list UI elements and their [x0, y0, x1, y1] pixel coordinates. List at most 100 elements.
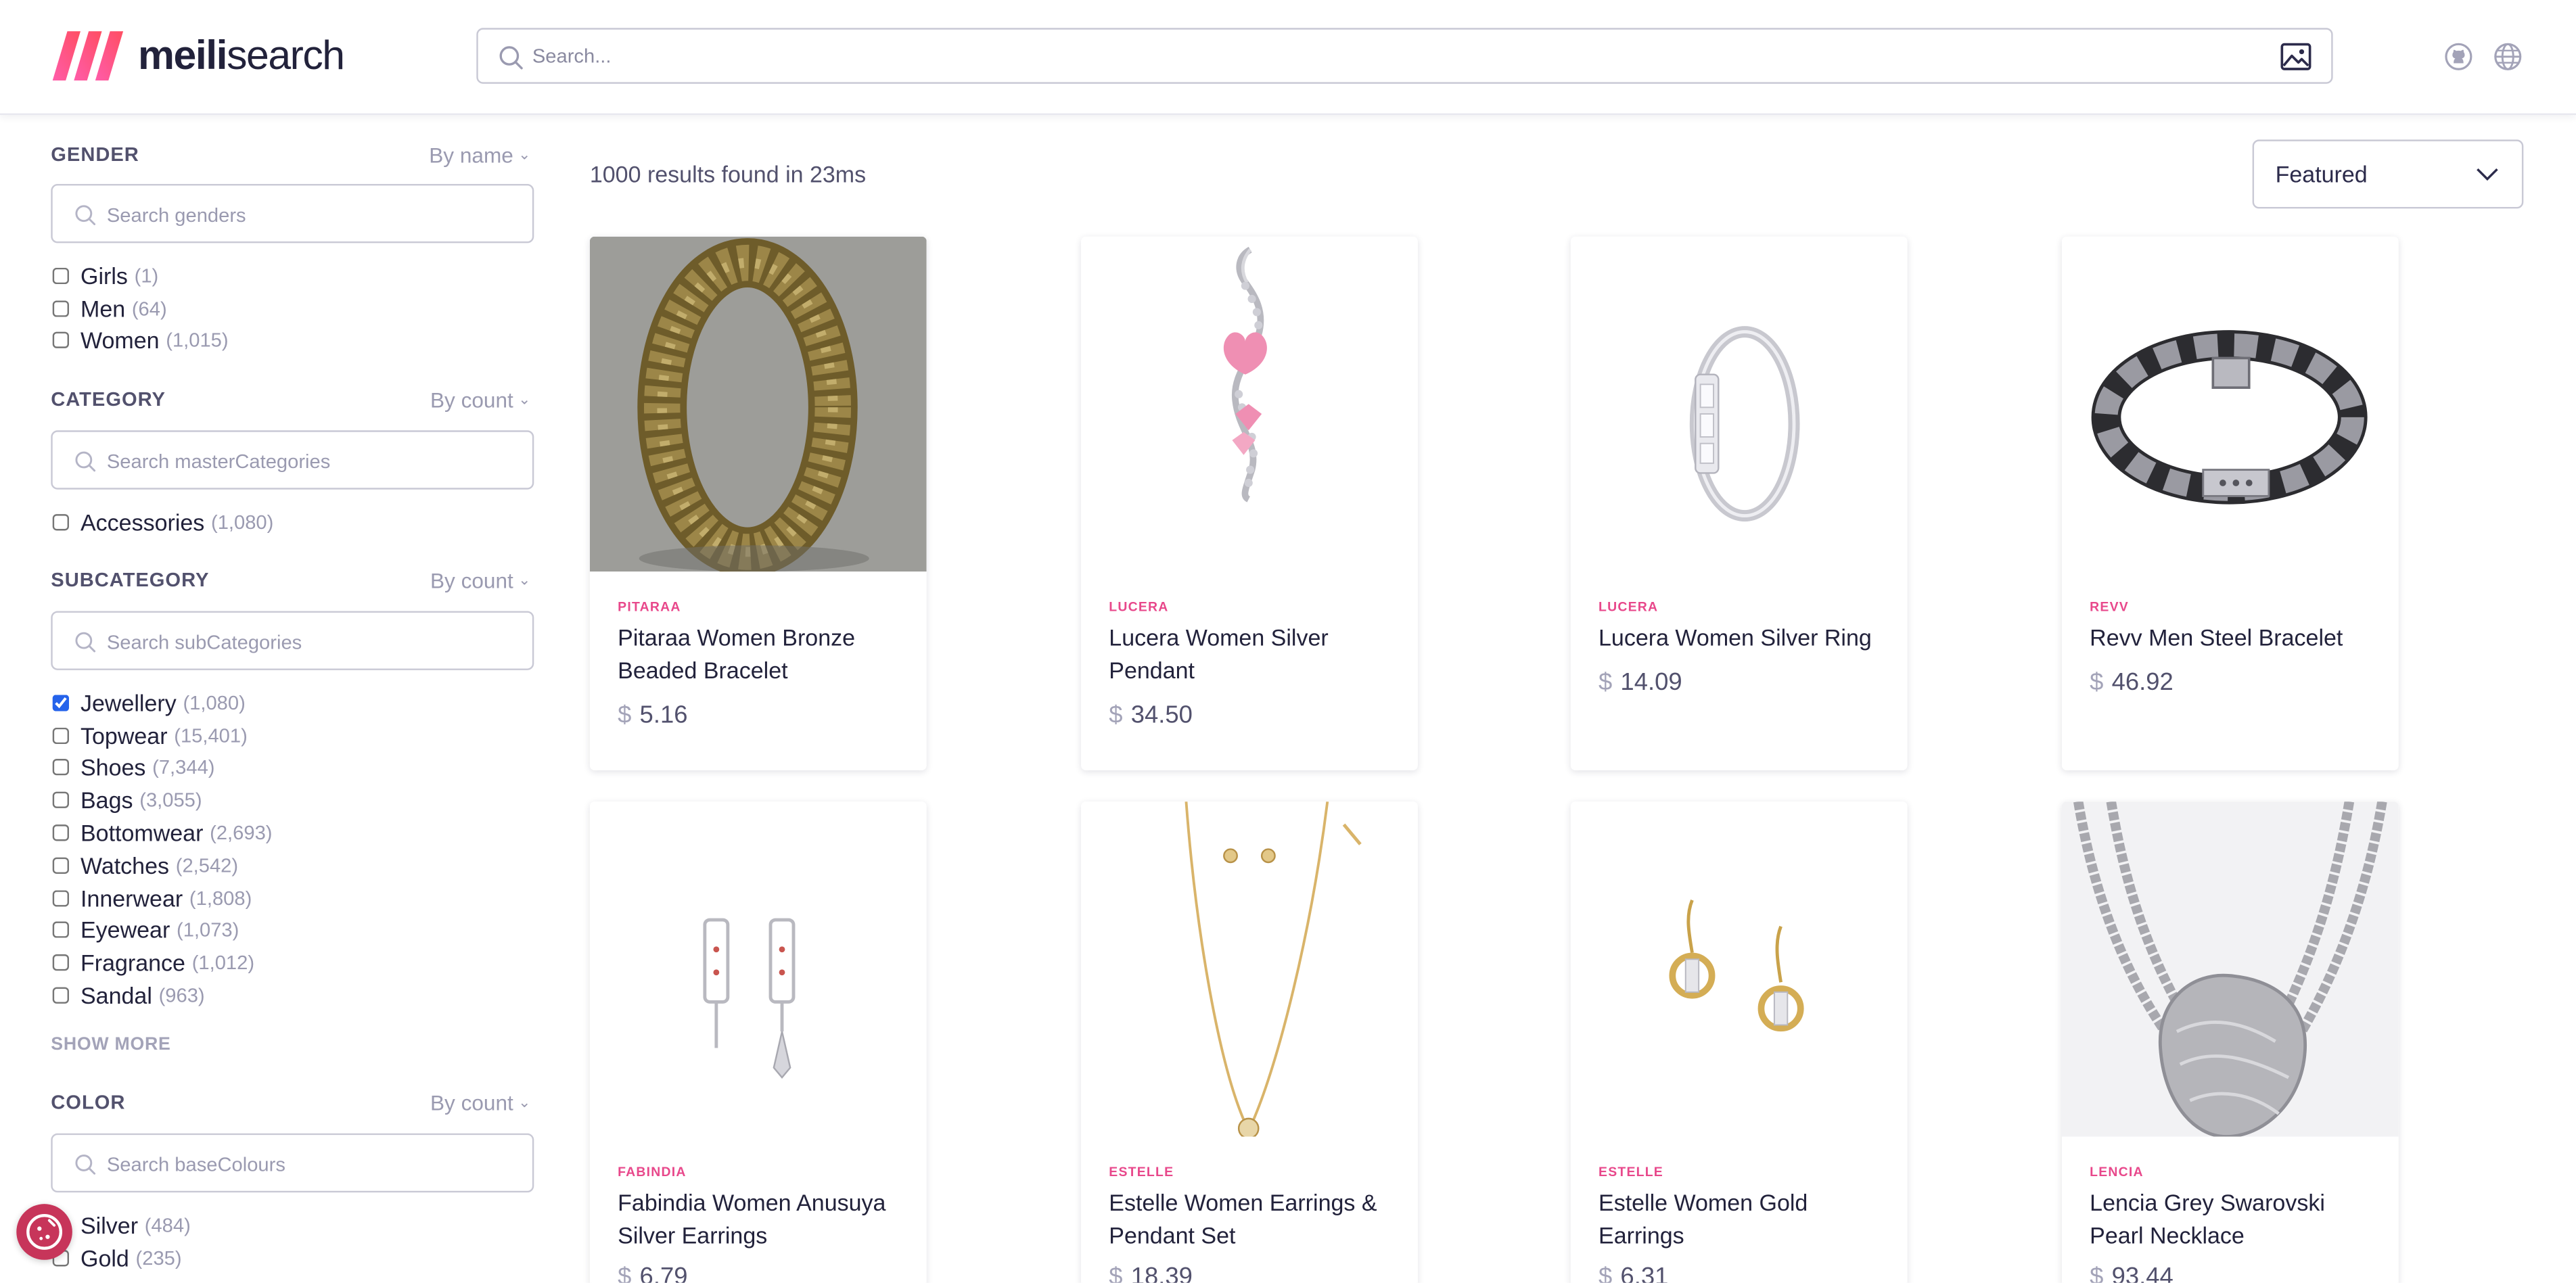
- facet-item-label: Girls: [80, 262, 128, 289]
- facet-checkbox[interactable]: [52, 267, 70, 284]
- facet-item-count: (1,080): [210, 511, 274, 534]
- facet-item-label: Accessories: [80, 509, 205, 536]
- facet-checkbox[interactable]: [52, 695, 70, 712]
- facet-item-label: Fragrance: [80, 950, 185, 977]
- github-icon[interactable]: [2445, 43, 2472, 70]
- facet-search-input[interactable]: [106, 200, 501, 229]
- product-image[interactable]: [1081, 801, 1418, 1137]
- search-input[interactable]: [532, 39, 2241, 72]
- product-card[interactable]: ESTELLE Estelle Women Gold Earrings $6.3…: [1570, 801, 1908, 1283]
- facet-checkbox[interactable]: [52, 889, 70, 906]
- cookie-consent-button[interactable]: [16, 1204, 72, 1260]
- logo-wordmark: meilisearch: [138, 32, 345, 79]
- facet-item-count: (2,542): [175, 854, 239, 877]
- product-card[interactable]: FABINDIA Fabindia Women Anusuya Silver E…: [589, 801, 927, 1283]
- product-name[interactable]: Lencia Grey Swarovski Pearl Necklace: [2090, 1186, 2377, 1251]
- facet-item[interactable]: Fragrance (1,012): [51, 947, 537, 979]
- product-image[interactable]: [2061, 236, 2399, 572]
- facet-header-category: CATEGORY By count ⌄: [51, 388, 534, 421]
- product-price: $34.50: [1109, 701, 1193, 730]
- facet-item-label: Gold: [80, 1244, 129, 1271]
- facet-checkbox[interactable]: [52, 300, 70, 317]
- facet-search-input[interactable]: [106, 627, 501, 656]
- facet-sort-toggle[interactable]: By name ⌄: [429, 143, 530, 167]
- facet-checkbox[interactable]: [52, 824, 70, 841]
- facet-item[interactable]: Accessories (1,080): [51, 506, 537, 538]
- facet-checkbox[interactable]: [52, 513, 70, 531]
- product-image[interactable]: [1570, 236, 1908, 572]
- product-price: $93.44: [2090, 1263, 2174, 1283]
- facet-list-category: Accessories (1,080): [51, 506, 537, 538]
- facet-item[interactable]: Innerwear (1,808): [51, 882, 537, 914]
- chevron-down-icon: [2477, 168, 2498, 181]
- steel-bracelet-image: [2061, 236, 2399, 572]
- facet-item[interactable]: Men (64): [51, 292, 537, 325]
- facet-sort-toggle[interactable]: By count ⌄: [430, 568, 530, 592]
- facet-item[interactable]: Bags (3,055): [51, 784, 537, 816]
- facet-item[interactable]: Silver (484): [51, 1209, 537, 1241]
- search-icon: [75, 451, 96, 472]
- product-card[interactable]: LENCIA Lencia Grey Swarovski Pearl Neckl…: [2061, 801, 2399, 1283]
- facet-item-label: Sandal: [80, 982, 152, 1009]
- facet-checkbox[interactable]: [52, 332, 70, 350]
- facet-sort-toggle[interactable]: By count ⌄: [430, 1091, 530, 1115]
- product-image[interactable]: [1081, 236, 1418, 572]
- product-name[interactable]: Lucera Women Silver Pendant: [1109, 621, 1396, 686]
- meilisearch-logo[interactable]: meilisearch: [52, 31, 345, 81]
- product-name[interactable]: Fabindia Women Anusuya Silver Earrings: [618, 1186, 905, 1251]
- product-name[interactable]: Estelle Women Gold Earrings: [1598, 1186, 1886, 1251]
- facet-search-gender: [51, 184, 534, 243]
- facet-checkbox[interactable]: [52, 792, 70, 809]
- product-brand: LUCERA: [1109, 599, 1169, 615]
- facet-checkbox[interactable]: [52, 857, 70, 874]
- top-header: meilisearch: [0, 0, 2576, 116]
- facet-item-count: (1,012): [191, 951, 255, 975]
- product-name[interactable]: Pitaraa Women Bronze Beaded Bracelet: [618, 621, 905, 686]
- facet-search-input[interactable]: [106, 446, 501, 475]
- facet-item[interactable]: Bottomwear (2,693): [51, 816, 537, 849]
- facet-item[interactable]: Women (1,015): [51, 325, 537, 357]
- product-image[interactable]: [1570, 801, 1908, 1137]
- facet-item[interactable]: Topwear (15,401): [51, 719, 537, 751]
- sort-dropdown[interactable]: Featured: [2252, 139, 2524, 209]
- facet-item-count: (64): [131, 296, 167, 320]
- facet-checkbox[interactable]: [52, 922, 70, 939]
- facet-item-count: (235): [135, 1246, 182, 1269]
- globe-icon[interactable]: [2494, 43, 2522, 70]
- image-search-icon[interactable]: [2280, 43, 2312, 70]
- facet-item[interactable]: Watches (2,542): [51, 849, 537, 882]
- product-image[interactable]: [589, 801, 927, 1137]
- facet-checkbox[interactable]: [52, 954, 70, 971]
- facet-item[interactable]: Gold (235): [51, 1242, 537, 1274]
- product-brand: REVV: [2090, 599, 2129, 615]
- facet-item[interactable]: Eyewear (1,073): [51, 914, 537, 947]
- facet-checkbox[interactable]: [52, 760, 70, 776]
- facet-search-input[interactable]: [106, 1150, 501, 1178]
- product-image[interactable]: [2061, 801, 2399, 1137]
- product-name[interactable]: Lucera Women Silver Ring: [1598, 621, 1886, 654]
- facet-item[interactable]: Jewellery (1,080): [51, 686, 537, 719]
- facet-item-count: (15,401): [174, 724, 248, 747]
- facet-item-label: Watches: [80, 852, 170, 879]
- meilisearch-logo-icon: [52, 31, 124, 81]
- facet-checkbox[interactable]: [52, 727, 70, 744]
- product-card[interactable]: ESTELLE Estelle Women Earrings & Pendant…: [1081, 801, 1418, 1283]
- bracelet-image: [589, 236, 927, 572]
- facet-list-color: Silver (484) Gold (235): [51, 1209, 537, 1274]
- product-image[interactable]: [589, 236, 927, 572]
- product-card[interactable]: REVV Revv Men Steel Bracelet $46.92: [2061, 236, 2399, 771]
- ring-image: [1570, 236, 1908, 572]
- facet-checkbox[interactable]: [52, 987, 70, 1004]
- product-card[interactable]: LUCERA Lucera Women Silver Ring $14.09: [1570, 236, 1908, 771]
- facet-item[interactable]: Shoes (7,344): [51, 751, 537, 784]
- product-name[interactable]: Revv Men Steel Bracelet: [2090, 621, 2377, 654]
- product-price: $5.16: [618, 701, 688, 730]
- show-more-button[interactable]: SHOW MORE: [51, 1035, 170, 1054]
- facet-sort-toggle[interactable]: By count ⌄: [430, 388, 530, 412]
- product-name[interactable]: Estelle Women Earrings & Pendant Set: [1109, 1186, 1396, 1251]
- facet-item[interactable]: Sandal (963): [51, 979, 537, 1012]
- chevron-down-icon: ⌄: [518, 391, 531, 408]
- product-card[interactable]: LUCERA Lucera Women Silver Pendant $34.5…: [1081, 236, 1418, 771]
- facet-item[interactable]: Girls (1): [51, 260, 537, 292]
- product-card[interactable]: PITARAA Pitaraa Women Bronze Beaded Brac…: [589, 236, 927, 771]
